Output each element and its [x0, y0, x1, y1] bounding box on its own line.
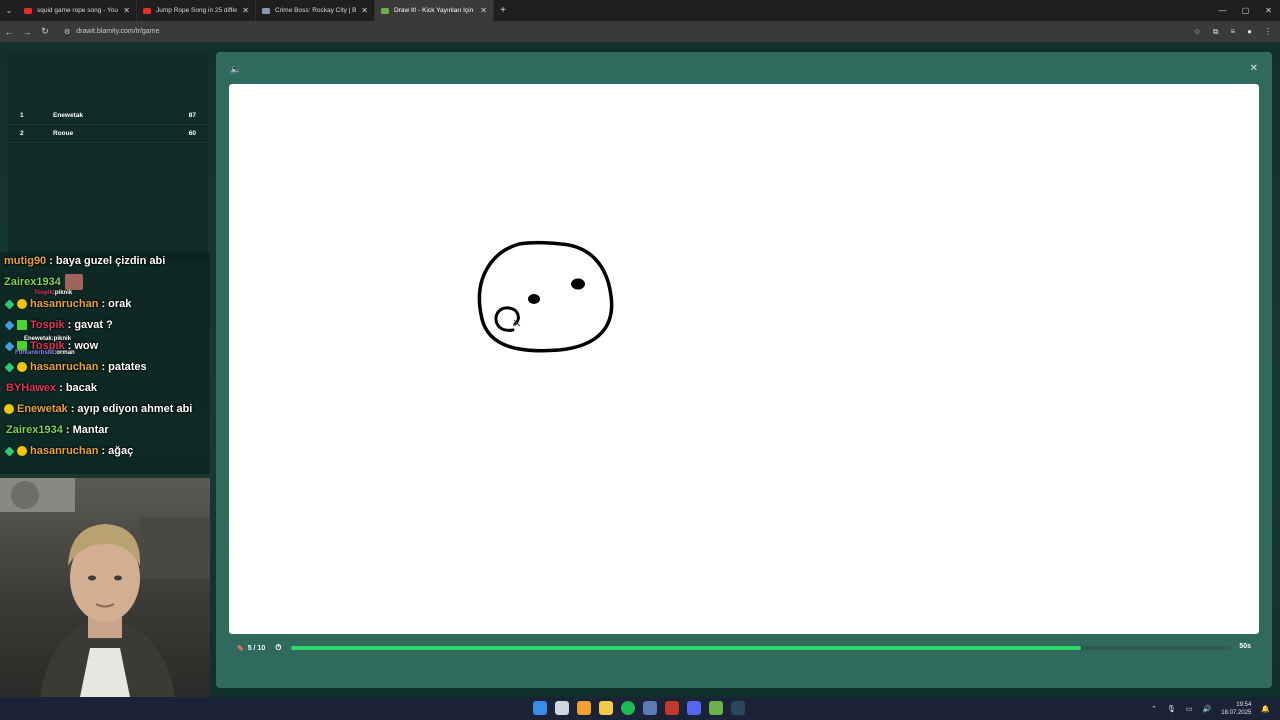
browser-tab[interactable]: squid game rope song - YouTube ✕ — [18, 0, 137, 21]
file-explorer-icon[interactable] — [599, 701, 613, 715]
pencil-icon: ✎ — [237, 643, 244, 653]
sub-badge-icon — [4, 362, 15, 372]
warning-badge-icon — [4, 404, 14, 414]
round-counter: 5 / 10 — [247, 644, 266, 652]
volume-icon[interactable]: 🔊 — [1203, 705, 1212, 713]
chrome-icon[interactable] — [709, 701, 723, 715]
browser-tab-bar: ⌄ squid game rope song - YouTube ✕ Jump … — [0, 0, 1280, 21]
sword-badge-icon — [4, 320, 15, 330]
search-icon[interactable] — [555, 701, 569, 715]
forward-icon[interactable]: → — [18, 27, 36, 37]
game-panel: 🔈 ✕ ✎ 5 / 10 ⏱ 50s — [216, 52, 1272, 688]
steam-client-icon[interactable] — [731, 701, 745, 715]
address-bar[interactable]: ⚙ drawit.blamity.com/tr/game — [58, 24, 1166, 39]
webcam-overlay — [0, 478, 210, 697]
clock[interactable]: 19:54 18.07.2025 — [1221, 701, 1251, 717]
chat-message: Enewetak: ayıp ediyon ahmet abi — [4, 400, 192, 418]
mic-icon[interactable]: 🎙 — [1167, 705, 1176, 713]
sword-badge-icon — [4, 341, 15, 351]
media-icon[interactable]: ≡ — [1230, 27, 1235, 36]
warning-badge-icon — [17, 362, 27, 372]
page-icon — [262, 7, 270, 14]
chat-message: hasanruchan: ağaç — [4, 442, 133, 460]
spotify-icon[interactable] — [621, 701, 635, 715]
chat-message: BYHawex: bacak — [6, 382, 98, 394]
close-tab-icon[interactable]: ✕ — [242, 6, 249, 15]
profile-icon[interactable]: ● — [1247, 27, 1252, 36]
chat-overlay-tag: Furkankrbs88:orman — [15, 350, 75, 356]
close-window-icon[interactable]: ✕ — [1257, 0, 1280, 21]
youtube-icon — [143, 7, 151, 14]
warning-badge-icon — [17, 299, 27, 309]
extensions-icon[interactable]: ⧉ — [1213, 27, 1219, 37]
drawit-icon — [381, 7, 389, 14]
widgets-icon[interactable] — [577, 701, 591, 715]
discord-icon[interactable] — [687, 701, 701, 715]
site-info-icon[interactable]: ⚙ — [64, 28, 70, 36]
timer-icon: ⏱ — [275, 643, 282, 652]
close-tab-icon[interactable]: ✕ — [361, 6, 368, 15]
time-progress-bar — [291, 646, 1231, 650]
new-tab-button[interactable]: + — [494, 5, 512, 16]
windows-taskbar: ⌃ 🎙 ▭ 🔊 19:54 18.07.2025 🔔 — [0, 697, 1280, 720]
maximize-icon[interactable]: ▢ — [1234, 0, 1257, 21]
reload-icon[interactable]: ↻ — [36, 26, 54, 37]
steam-icon[interactable] — [643, 701, 657, 715]
page: 1 Enewetak 87 2 Rooue 60 mutig90: baya gu… — [0, 42, 1280, 697]
drawing-canvas[interactable] — [229, 84, 1259, 634]
browser-toolbar: ← → ↻ ⚙ drawit.blamity.com/tr/game ☆ ⧉ ≡… — [0, 21, 1280, 42]
player-drawing — [477, 240, 614, 353]
window-controls: — ▢ ✕ — [1211, 0, 1280, 21]
browser-tab[interactable]: Crime Boss: Rockay City | Bugün ✕ — [256, 0, 375, 21]
tab-search-icon[interactable]: ⌄ — [0, 0, 18, 21]
sub-badge-icon — [4, 446, 15, 456]
browser-tab[interactable]: Jump Rope Song in 25 different ✕ — [137, 0, 256, 21]
system-tray: ⌃ 🎙 ▭ 🔊 19:54 18.07.2025 🔔 — [1151, 697, 1270, 720]
time-progress-fill — [291, 646, 1081, 650]
chat-message: Zairex1934: Mantar — [6, 424, 109, 436]
chat-overlay-tag: Enewetak:piknik — [24, 336, 72, 342]
close-icon[interactable]: ✕ — [1250, 63, 1258, 74]
time-left: 50s — [1239, 643, 1251, 650]
youtube-icon — [24, 7, 32, 14]
menu-icon[interactable]: ⋮ — [1264, 27, 1272, 36]
chat-message: Zairex1934 — [4, 273, 83, 291]
sub-badge-icon — [4, 299, 15, 309]
taskbar-apps — [533, 701, 745, 715]
chat-message: mutig90: baya guzel çizdin abi — [4, 255, 166, 267]
verified-badge-icon — [17, 320, 27, 330]
stream-chat-overlay: mutig90: baya guzel çizdin abi Zairex1934… — [0, 252, 210, 474]
url-text: drawit.blamity.com/tr/game — [76, 28, 160, 35]
app-icon[interactable] — [665, 701, 679, 715]
chat-message: hasanruchan: patates — [4, 358, 147, 376]
chat-overlay-tag: Tospik:piknik — [34, 290, 73, 296]
round-status-bar: ✎ 5 / 10 ⏱ 50s — [229, 641, 1259, 655]
minimize-icon[interactable]: — — [1211, 0, 1234, 21]
browser-tab-active[interactable]: Draw It! - Kick Yayınları İçin Çizim ✕ — [375, 0, 494, 21]
close-tab-icon[interactable]: ✕ — [480, 6, 487, 15]
warning-badge-icon — [17, 446, 27, 456]
notification-icon[interactable]: 🔔 — [1261, 705, 1270, 713]
chat-message: hasanruchan: orak — [4, 295, 131, 313]
start-icon[interactable] — [533, 701, 547, 715]
network-icon[interactable]: ▭ — [1186, 705, 1193, 713]
back-icon[interactable]: ← — [0, 27, 18, 37]
leaderboard-row: 2 Rooue 60 — [8, 125, 208, 143]
chevron-up-icon[interactable]: ⌃ — [1151, 705, 1157, 713]
bookmark-star-icon[interactable]: ☆ — [1194, 27, 1201, 36]
leaderboard-row: 1 Enewetak 87 — [8, 107, 208, 125]
speaker-icon[interactable]: 🔈 — [230, 64, 241, 75]
emote-image — [64, 274, 83, 290]
streamer-avatar-image — [0, 478, 210, 697]
chat-message: Tospik: gavat ? — [4, 316, 113, 334]
toolbar-icons: ☆ ⧉ ≡ ● ⋮ — [1194, 21, 1272, 42]
close-tab-icon[interactable]: ✕ — [123, 6, 130, 15]
leaderboard: 1 Enewetak 87 2 Rooue 60 — [8, 54, 208, 260]
